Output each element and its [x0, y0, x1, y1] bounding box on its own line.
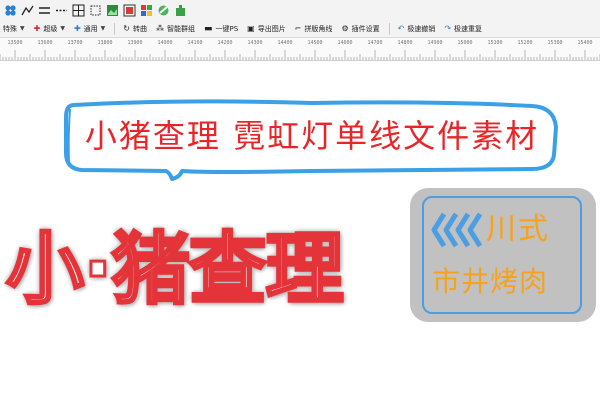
plugin-settings-button[interactable]: ⚙ 插件设置	[341, 24, 379, 34]
ruler-label: 14200	[217, 40, 233, 46]
special-dropdown[interactable]: 特殊 ▼	[3, 24, 25, 34]
drawing-canvas[interactable]: 小猪查理 霓虹灯单线文件素材 小·猪查理 川式 市井烤肉	[0, 61, 600, 404]
chevron-left-icon	[431, 212, 483, 248]
splice-corner-button[interactable]: ⌐ 拼版角线	[295, 24, 333, 34]
ruler-label: 15200	[517, 40, 533, 46]
corner-icon: ⌐	[294, 24, 302, 33]
chevron-down-icon: ▼	[60, 25, 65, 32]
splice-corner-label: 拼版角线	[304, 24, 333, 33]
export-image-button[interactable]: ▣ 导出图片	[247, 24, 286, 34]
ruler-label: 13600	[37, 40, 53, 46]
ruler-label: 15100	[487, 40, 503, 46]
ruler-label: 14300	[247, 40, 263, 46]
plugin-icon[interactable]	[173, 3, 188, 18]
ruler-label: 13800	[97, 40, 113, 46]
ruler-label: 13500	[7, 40, 23, 46]
brush-icon[interactable]	[156, 3, 171, 18]
gear-icon: ⚙	[341, 24, 349, 33]
quick-undo-button[interactable]: ↶ 极速撤销	[398, 24, 436, 34]
select-icon[interactable]	[3, 3, 18, 18]
title-box[interactable]: 小猪查理 霓虹灯单线文件素材	[62, 97, 562, 181]
ruler-label: 15300	[547, 40, 563, 46]
ruler-label: 14400	[277, 40, 293, 46]
quick-redo-label: 极速重复	[454, 24, 483, 33]
logo-line2: 市井烤肉	[432, 265, 549, 298]
horizontal-ruler: 13500 13600 13700 13800 13900 14000 14100 14200…	[0, 38, 600, 61]
big-neon-text[interactable]: 小·猪查理	[5, 207, 406, 319]
smart-group-label: 智能群组	[166, 24, 195, 33]
ruler-label: 14000	[157, 40, 173, 46]
dash-line-icon[interactable]	[54, 3, 69, 18]
common-label: 通用	[83, 24, 98, 33]
toolbar-divider	[388, 22, 390, 35]
image-icon[interactable]	[105, 3, 120, 18]
node-icon[interactable]	[20, 3, 35, 18]
one-key-ps-label: 一键PS	[215, 24, 239, 33]
convert-curve-label: 转曲	[132, 24, 147, 33]
chevron-down-icon: ▼	[100, 25, 106, 32]
ruler-label: 14500	[307, 40, 323, 46]
ruler-label: 14600	[337, 40, 353, 46]
title-text: 小猪查理 霓虹灯单线文件素材	[84, 117, 540, 155]
image-select-icon[interactable]	[122, 3, 137, 18]
special-label: 特殊	[3, 24, 17, 33]
quick-undo-label: 极速撤销	[407, 24, 436, 33]
ruler-label: 14100	[187, 40, 203, 46]
ruler-label: 15000	[457, 40, 473, 46]
line-icon[interactable]	[37, 3, 52, 18]
curve-icon: ↻	[123, 24, 130, 33]
redo-icon: ↷	[444, 24, 452, 33]
super-label: 超级	[43, 24, 58, 33]
ruler-label: 14700	[367, 40, 383, 46]
super-dropdown[interactable]: ✚ 超级 ▼	[34, 24, 65, 34]
ruler-label: 13700	[67, 40, 83, 46]
super-icon: ✚	[33, 24, 41, 33]
undo-icon: ↶	[397, 24, 405, 33]
export-image-icon: ▣	[247, 24, 255, 33]
ruler-ticks	[0, 50, 600, 60]
ruler-label: 15400	[577, 40, 593, 46]
common-icon: ✚	[73, 24, 81, 33]
logo-badge[interactable]: 川式 市井烤肉	[410, 188, 596, 322]
quick-redo-button[interactable]: ↷ 极速重复	[444, 24, 482, 34]
group-icon: ⁂	[155, 24, 164, 33]
logo-frame: 川式 市井烤肉	[422, 196, 582, 314]
export-image-label: 导出图片	[257, 24, 286, 33]
logo-line1: 川式	[486, 212, 550, 247]
plugin-settings-label: 插件设置	[351, 24, 380, 33]
grid-icon[interactable]	[71, 3, 86, 18]
command-toolbar: 特殊 ▼ ✚ 超级 ▼ ✚ 通用 ▼ ↻ 转曲 ⁂ 智能群组 ▬ 一键PS ▣ …	[0, 20, 600, 38]
smart-group-button[interactable]: ⁂ 智能群组	[156, 24, 195, 34]
chevron-down-icon: ▼	[20, 25, 25, 32]
ruler-label: 13900	[127, 40, 143, 46]
crop-icon[interactable]	[88, 3, 103, 18]
one-key-ps-button[interactable]: ▬ 一键PS	[204, 24, 238, 34]
toolbar-divider	[114, 22, 116, 35]
common-dropdown[interactable]: ✚ 通用 ▼	[74, 24, 105, 34]
color-grid-icon[interactable]	[139, 3, 154, 18]
ruler-label: 14800	[397, 40, 413, 46]
ruler-label: 14900	[427, 40, 443, 46]
ps-icon: ▬	[203, 23, 213, 34]
convert-curve-button[interactable]: ↻ 转曲	[123, 24, 147, 34]
icon-toolbar	[0, 0, 600, 20]
